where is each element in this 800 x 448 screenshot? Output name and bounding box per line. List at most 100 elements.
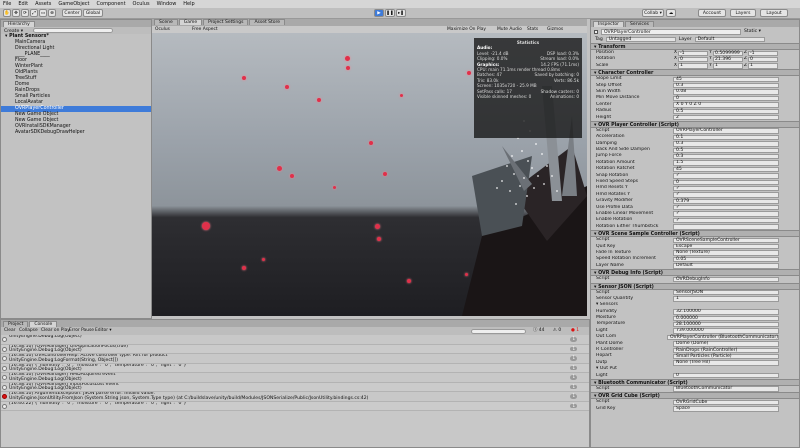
console-entry[interactable]: [16:38:10] ArgumentException: JSON parse…: [1, 392, 589, 402]
field-value[interactable]: 1: [673, 296, 779, 302]
field-value[interactable]: 2: [673, 115, 779, 121]
field-value[interactable]: [673, 367, 779, 372]
tab-scene[interactable]: Scene: [154, 19, 178, 25]
tab-services[interactable]: Services: [625, 21, 654, 27]
menu-item-gameobject[interactable]: GameObject: [58, 1, 89, 7]
field-y-value[interactable]: 0.5099999: [713, 50, 743, 56]
field-value[interactable]: 0.08: [673, 89, 779, 95]
warning-count-toggle[interactable]: ⚠ 0: [553, 327, 561, 335]
component-header-transform[interactable]: ▾ Transform: [591, 43, 799, 50]
field-value[interactable]: OVRPlayerController (BluetoothCommunicat…: [666, 334, 779, 341]
log-count-toggle[interactable]: ⓘ 44: [533, 327, 544, 335]
field-value[interactable]: OVRDebugInfo: [673, 276, 779, 282]
field-value[interactable]: ✓: [673, 185, 779, 192]
field-value[interactable]: 0.5: [673, 147, 779, 153]
field-z-value[interactable]: 1: [748, 63, 778, 69]
collab-button[interactable]: Collab ▾: [642, 9, 664, 17]
field-value[interactable]: BluetoothCommunicator: [673, 386, 779, 392]
field-value[interactable]: Small Particles (Particle): [673, 353, 779, 360]
transform-tool-icon[interactable]: ⊕: [48, 9, 56, 17]
field-value[interactable]: 0.3: [673, 83, 779, 89]
pause-button[interactable]: ❚❚: [385, 9, 395, 17]
field-value[interactable]: ✓: [673, 205, 779, 211]
hierarchy-search-input[interactable]: [32, 28, 113, 33]
field-value[interactable]: [673, 303, 779, 308]
field-value[interactable]: 0.3: [673, 153, 779, 160]
field-value[interactable]: 0: [673, 373, 779, 379]
field-value[interactable]: Dome (Dome): [673, 341, 779, 347]
tag-dropdown[interactable]: Untagged: [605, 37, 676, 42]
menu-item-edit[interactable]: Edit: [18, 1, 28, 7]
menu-item-assets[interactable]: Assets: [35, 1, 51, 7]
step-button[interactable]: ▸❚: [396, 9, 406, 17]
field-z-value[interactable]: 0: [748, 56, 778, 63]
console-entry[interactable]: UnityEngine.Debug:Log(Object) 1: [1, 335, 589, 345]
field-value[interactable]: 739.000000: [673, 328, 779, 334]
menu-item-component[interactable]: Component: [97, 1, 126, 7]
account-dropdown[interactable]: Account: [698, 9, 726, 17]
field-value[interactable]: ✓: [673, 173, 779, 179]
field-value[interactable]: 45: [673, 166, 779, 173]
gizmos-dropdown[interactable]: Gizmos: [547, 26, 563, 33]
error-count-toggle[interactable]: ● 1: [571, 327, 579, 335]
layer-dropdown[interactable]: Default: [694, 37, 765, 42]
field-value[interactable]: 45: [673, 76, 779, 83]
field-value[interactable]: RainDrops (RainController): [673, 347, 779, 353]
field-value[interactable]: Escape: [673, 244, 779, 250]
clear-on-play-toggle[interactable]: Clear on Play: [41, 327, 70, 335]
console-entry[interactable]: [16:38:10] OVRControllerHelp: Active con…: [1, 354, 589, 364]
field-value[interactable]: Default: [673, 263, 779, 269]
field-x-value[interactable]: 1: [678, 63, 708, 69]
field-value[interactable]: OVRGridCube: [673, 399, 779, 406]
field-value[interactable]: SensorJSON: [673, 290, 779, 296]
field-value[interactable]: X 0 Y 0 Z 0: [673, 102, 779, 108]
component-header-grid[interactable]: ▾ OVR Grid Cube (Script): [591, 392, 799, 400]
cloud-icon[interactable]: ☁: [666, 9, 676, 17]
active-checkbox[interactable]: [594, 29, 598, 34]
menu-item-oculus[interactable]: Oculus: [133, 1, 150, 7]
field-value[interactable]: 0.1: [673, 134, 779, 141]
console-entry[interactable]: [16:38:10] [OVRManager] OnApplicationFoc…: [1, 344, 589, 354]
field-value[interactable]: 0.000000: [673, 315, 779, 321]
field-x-value[interactable]: -1: [678, 50, 708, 56]
field-value[interactable]: Space: [673, 406, 779, 412]
component-header-debug[interactable]: ▾ OVR Debug Info (Script): [591, 269, 799, 277]
rect-tool-icon[interactable]: ▭: [39, 9, 47, 17]
field-value[interactable]: 32.100000: [673, 309, 779, 315]
console-entry[interactable]: [16:38:10] [OVRManager] InputFocusLost e…: [1, 382, 589, 392]
stats-toggle[interactable]: Stats: [527, 26, 538, 33]
mute-audio-toggle[interactable]: Mute Audio: [497, 26, 522, 33]
editor-dropdown[interactable]: Editor ▾: [95, 327, 112, 335]
field-value[interactable]: ✓: [673, 211, 779, 217]
field-y-value[interactable]: 21.396: [713, 56, 743, 63]
tab-inspector[interactable]: Inspector: [593, 21, 624, 27]
field-x-value[interactable]: 0: [678, 56, 708, 63]
move-tool-icon[interactable]: ✥: [12, 9, 20, 17]
error-pause-toggle[interactable]: Error Pause: [69, 327, 94, 335]
component-header-sensor[interactable]: ▾ Sensor JSON (Script): [591, 282, 799, 290]
field-value[interactable]: 0.3: [673, 141, 779, 147]
field-y-value[interactable]: 1: [713, 63, 743, 69]
field-value[interactable]: 28.100000: [673, 321, 779, 328]
field-z-value[interactable]: -1: [748, 50, 778, 56]
field-value[interactable]: None (Tree Hil): [673, 360, 779, 366]
field-value[interactable]: ✓: [673, 192, 779, 198]
hierarchy-item[interactable]: AvatarSDKDebugDrawHelper: [1, 130, 151, 136]
maximize-on-play-toggle[interactable]: Maximize On Play: [447, 26, 486, 33]
display-dropdown[interactable]: Oculus: [155, 26, 170, 33]
component-header-ovrpc[interactable]: ▾ OVR Player Controller (Script): [591, 120, 799, 128]
console-entry[interactable]: [16:38:10] [OVRManager] HMDAcquired even…: [1, 373, 589, 383]
field-value[interactable]: 0.05: [673, 256, 779, 263]
clear-button[interactable]: Clear: [4, 327, 15, 335]
menu-item-help[interactable]: Help: [183, 1, 194, 7]
console-search-input[interactable]: [471, 328, 526, 334]
field-value[interactable]: 0: [673, 95, 779, 102]
field-value[interactable]: OVRSceneSampleController: [673, 237, 779, 244]
aspect-dropdown[interactable]: Free Aspect: [192, 26, 218, 33]
field-value[interactable]: 0.379: [673, 198, 779, 205]
hand-tool-icon[interactable]: ✋: [3, 9, 11, 17]
field-value[interactable]: 0: [673, 179, 779, 185]
field-value[interactable]: None (Texture): [673, 250, 779, 256]
pivot-center-button[interactable]: Center: [62, 9, 82, 17]
component-header-cc[interactable]: ▾ Character Controller: [591, 69, 799, 77]
